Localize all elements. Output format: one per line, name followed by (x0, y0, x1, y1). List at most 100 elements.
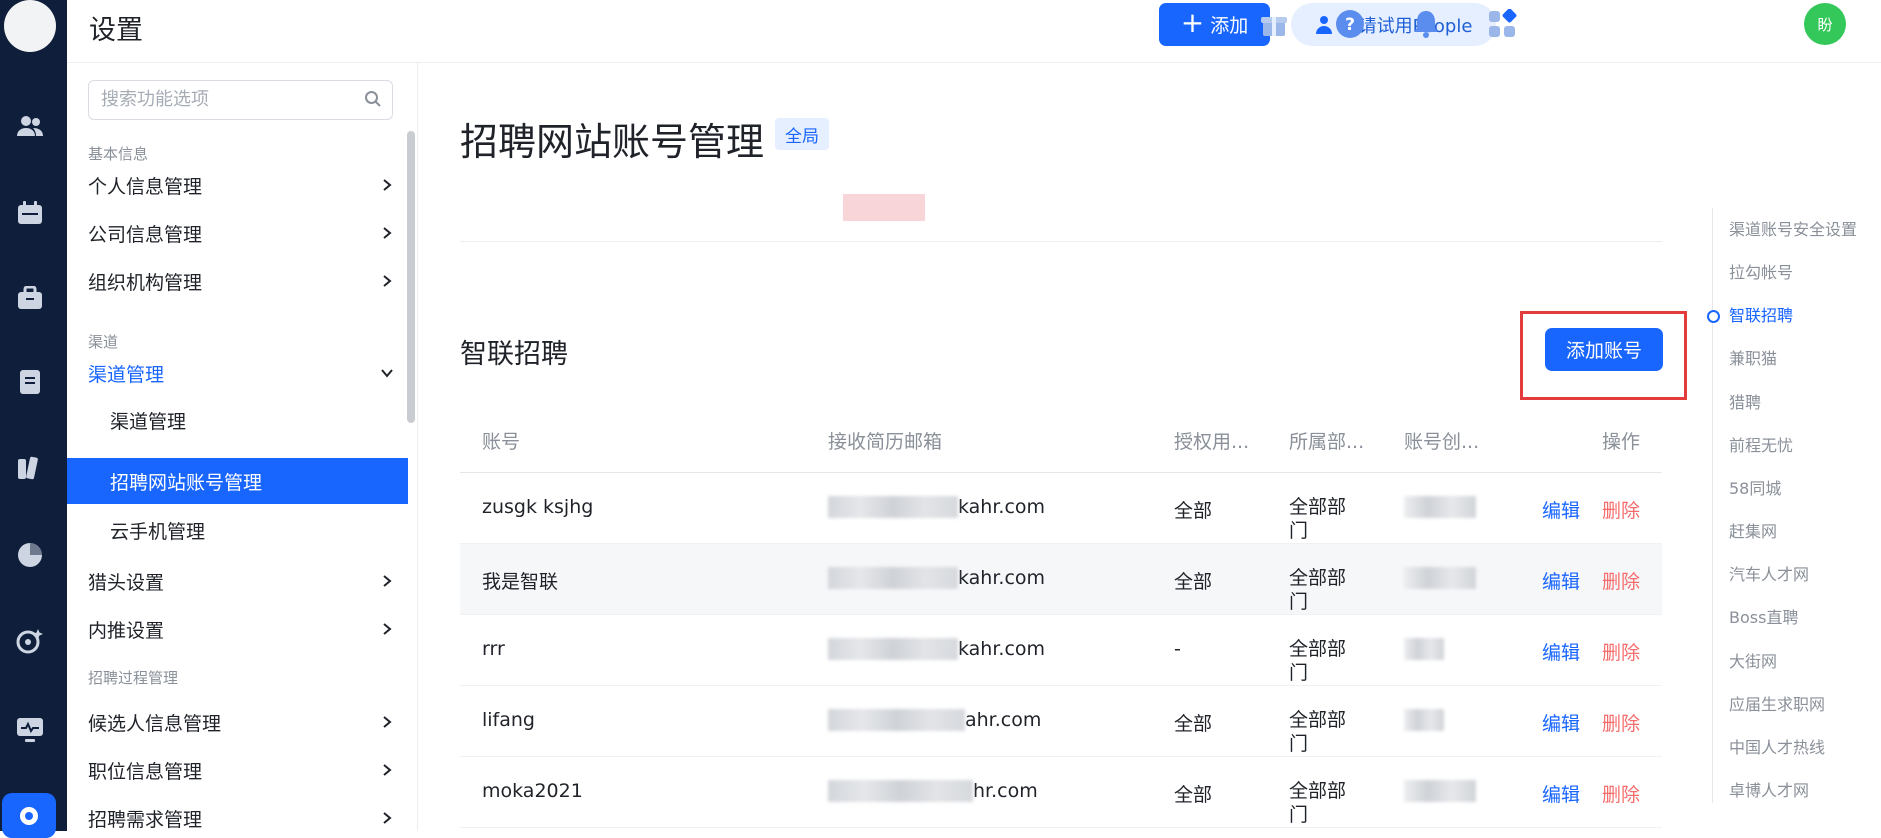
top-bar: 设置 + 添加 申请试用People ? 盼 (67, 0, 1881, 63)
sidebar-subitem-recruit-site-accounts[interactable]: 招聘网站账号管理 (67, 458, 408, 504)
redacted-email (828, 496, 958, 518)
section-label-channel: 渠道 (88, 333, 119, 351)
anchor-item-active[interactable]: 智联招聘 (1729, 302, 1793, 326)
column-header-account: 账号 (460, 408, 828, 473)
table-row: rrr kahr.com - 全部部门 编辑 删除 (460, 614, 1662, 686)
anchor-line (1712, 208, 1713, 803)
library-icon[interactable] (14, 452, 46, 484)
anchor-item[interactable]: 卓博人才网 (1729, 777, 1809, 801)
anchor-item[interactable]: 渠道账号安全设置 (1729, 216, 1857, 240)
sidebar-item-channel-management[interactable]: 渠道管理 (88, 353, 393, 393)
sidebar-item-label: 候选人信息管理 (88, 712, 222, 735)
email-suffix: kahr.com (958, 496, 1046, 518)
add-button[interactable]: + 添加 (1159, 3, 1270, 46)
delete-link[interactable]: 删除 (1602, 567, 1640, 594)
account-cell: 我是智联 (482, 571, 559, 593)
email-cell: kahr.com (828, 615, 1174, 660)
delete-link[interactable]: 删除 (1602, 638, 1640, 665)
anchor-item[interactable]: Boss直聘 (1729, 604, 1798, 628)
company-logo-avatar[interactable] (4, 0, 56, 52)
sidebar-item-hiring-demand[interactable]: 招聘需求管理 (88, 798, 393, 838)
account-cell: moka2021 (482, 780, 583, 802)
edit-link[interactable]: 编辑 (1542, 780, 1580, 807)
column-header-dept: 所属部... (1289, 408, 1404, 473)
table-header-row: 账号 接收简历邮箱 授权用... 所属部... 账号创... 操作 (460, 408, 1662, 473)
target-star-icon[interactable] (14, 625, 46, 657)
anchor-item[interactable]: 兼职猫 (1729, 345, 1777, 369)
anchor-item[interactable]: 应届生求职网 (1729, 691, 1825, 715)
briefcase-icon[interactable] (14, 282, 46, 314)
sidebar-item-company-info[interactable]: 公司信息管理 (88, 213, 393, 253)
account-cell: lifang (482, 709, 535, 731)
section-title-zhilian: 智联招聘 (460, 339, 568, 370)
sidebar-item-org-structure[interactable]: 组织机构管理 (88, 261, 393, 301)
settings-icon[interactable] (2, 793, 56, 838)
edit-link[interactable]: 编辑 (1542, 496, 1580, 523)
anchor-active-dot (1707, 310, 1720, 323)
account-cell: rrr (482, 638, 505, 660)
account-cell: zusgk ksjhg (482, 496, 594, 518)
column-header-auth: 授权用... (1174, 408, 1289, 473)
anchor-item[interactable]: 大街网 (1729, 648, 1777, 672)
table-row: moka2021 hr.com 全部 全部部门 编辑 删除 (460, 756, 1662, 828)
sidebar-item-referral[interactable]: 内推设置 (88, 609, 393, 649)
trial-people-button[interactable]: 申请试用People (1291, 3, 1496, 46)
sidebar-item-job-info[interactable]: 职位信息管理 (88, 750, 393, 790)
chevron-right-icon (383, 716, 392, 728)
dept-cell: 全部部门 (1289, 780, 1347, 826)
anchor-item[interactable]: 赶集网 (1729, 518, 1777, 542)
sidebar-item-personal-info[interactable]: 个人信息管理 (88, 165, 393, 205)
sidebar-scrollbar[interactable] (407, 131, 415, 423)
anchor-item[interactable]: 58同城 (1729, 475, 1781, 499)
scope-badge: 全局 (775, 118, 829, 150)
add-account-button[interactable]: 添加账号 (1545, 328, 1663, 371)
section-label-process: 招聘过程管理 (88, 669, 179, 687)
auth-cell: 全部 (1174, 713, 1213, 735)
page-header-title: 设置 (89, 15, 143, 46)
anchor-item[interactable]: 前程无忧 (1729, 432, 1793, 456)
anchor-item[interactable]: 汽车人才网 (1729, 561, 1809, 585)
anchor-item[interactable]: 拉勾帐号 (1729, 259, 1793, 283)
search-box[interactable] (88, 80, 393, 120)
plus-icon: + (1180, 6, 1205, 39)
sidebar-item-headhunter[interactable]: 猎头设置 (88, 561, 393, 601)
calendar-icon[interactable] (14, 197, 46, 229)
auth-cell: 全部 (1174, 784, 1213, 806)
sidebar-item-label: 渠道管理 (88, 363, 165, 386)
anchor-item[interactable]: 中国人才热线 (1729, 734, 1825, 758)
candidates-icon[interactable] (14, 110, 46, 142)
gift-icon[interactable] (1257, 7, 1291, 41)
sidebar-subitem-channel-management[interactable]: 渠道管理 (88, 397, 408, 443)
apps-grid-icon[interactable] (1485, 7, 1519, 41)
sidebar-item-label: 猎头设置 (88, 571, 165, 594)
bell-icon[interactable] (1409, 7, 1443, 41)
created-cell (1404, 544, 1514, 594)
chevron-right-icon (383, 575, 392, 587)
search-input[interactable] (89, 81, 363, 117)
created-cell (1404, 615, 1514, 665)
delete-link[interactable]: 删除 (1602, 496, 1640, 523)
chevron-down-icon (381, 369, 393, 378)
created-cell (1404, 473, 1514, 523)
redacted-email (828, 567, 958, 589)
sidebar-item-label: 个人信息管理 (88, 175, 203, 198)
edit-link[interactable]: 编辑 (1542, 567, 1580, 594)
dept-cell: 全部部门 (1289, 709, 1347, 755)
pie-chart-icon[interactable] (14, 539, 46, 571)
delete-link[interactable]: 删除 (1602, 780, 1640, 807)
user-avatar[interactable]: 盼 (1804, 3, 1846, 45)
monitor-icon[interactable] (14, 714, 46, 746)
edit-link[interactable]: 编辑 (1542, 709, 1580, 736)
anchor-item[interactable]: 猎聘 (1729, 389, 1761, 413)
redacted-date (1404, 496, 1476, 518)
redacted-block (843, 194, 925, 221)
edit-link[interactable]: 编辑 (1542, 638, 1580, 665)
sidebar-item-candidate-info[interactable]: 候选人信息管理 (88, 702, 393, 742)
delete-link[interactable]: 删除 (1602, 709, 1640, 736)
chevron-right-icon (383, 623, 392, 635)
chevron-right-icon (383, 275, 392, 287)
document-icon[interactable] (14, 366, 46, 398)
sidebar-subitem-cloud-phone[interactable]: 云手机管理 (88, 507, 408, 553)
help-icon[interactable]: ? (1333, 7, 1367, 41)
dept-cell: 全部部门 (1289, 496, 1347, 542)
